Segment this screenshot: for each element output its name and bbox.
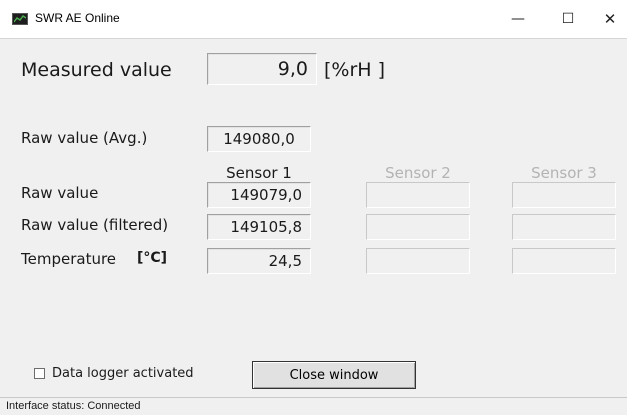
sensor-2-filtered-field <box>366 214 470 240</box>
data-logger-checkbox[interactable] <box>34 368 45 379</box>
sensor-1-temperature-value: 24,5 <box>268 252 302 270</box>
sensor-2-header: Sensor 2 <box>385 164 451 182</box>
raw-avg-field: 149080,0 <box>207 126 311 152</box>
title-bar: SWR AE Online — ☐ ✕ <box>0 0 627 39</box>
raw-avg-label: Raw value (Avg.) <box>21 129 148 147</box>
sensor-1-header: Sensor 1 <box>226 164 292 182</box>
data-logger-label[interactable]: Data logger activated <box>52 366 194 381</box>
close-icon: ✕ <box>603 10 617 28</box>
sensor-1-raw-value: 149079,0 <box>230 186 302 204</box>
close-window-button[interactable]: ✕ <box>590 4 627 34</box>
sensor-1-filtered-field: 149105,8 <box>207 214 311 240</box>
sensor-2-temperature-field <box>366 248 470 274</box>
measured-unit: [%rH ] <box>324 59 386 81</box>
sensor-1-temperature-field: 24,5 <box>207 248 311 274</box>
minimize-button[interactable]: — <box>498 4 538 34</box>
maximize-button[interactable]: ☐ <box>548 4 588 34</box>
measured-value-field: 9,0 <box>207 53 317 85</box>
raw-avg-value: 149080,0 <box>223 130 295 148</box>
raw-value-label: Raw value <box>21 184 99 202</box>
temperature-unit: [°C] <box>137 250 168 266</box>
maximize-icon: ☐ <box>561 11 575 27</box>
sensor-1-raw-field: 149079,0 <box>207 182 311 208</box>
raw-filtered-label: Raw value (filtered) <box>21 216 169 234</box>
close-window-button-label: Close window <box>289 367 379 383</box>
sensor-2-raw-field <box>366 182 470 208</box>
sensor-3-header: Sensor 3 <box>531 164 597 182</box>
window-title: SWR AE Online <box>35 11 120 25</box>
sensor-1-filtered-value: 149105,8 <box>230 218 302 236</box>
close-window-action-button[interactable]: Close window <box>252 361 416 389</box>
temperature-label: Temperature <box>21 250 117 268</box>
sensor-3-filtered-field <box>512 214 616 240</box>
status-bar: Interface status: Connected <box>0 397 627 415</box>
measured-value: 9,0 <box>277 58 308 80</box>
sensor-3-raw-field <box>512 182 616 208</box>
interface-status: Interface status: Connected <box>6 400 141 412</box>
measured-value-label: Measured value <box>21 59 172 81</box>
minimize-icon: — <box>511 11 525 27</box>
app-icon <box>12 13 28 25</box>
sensor-3-temperature-field <box>512 248 616 274</box>
